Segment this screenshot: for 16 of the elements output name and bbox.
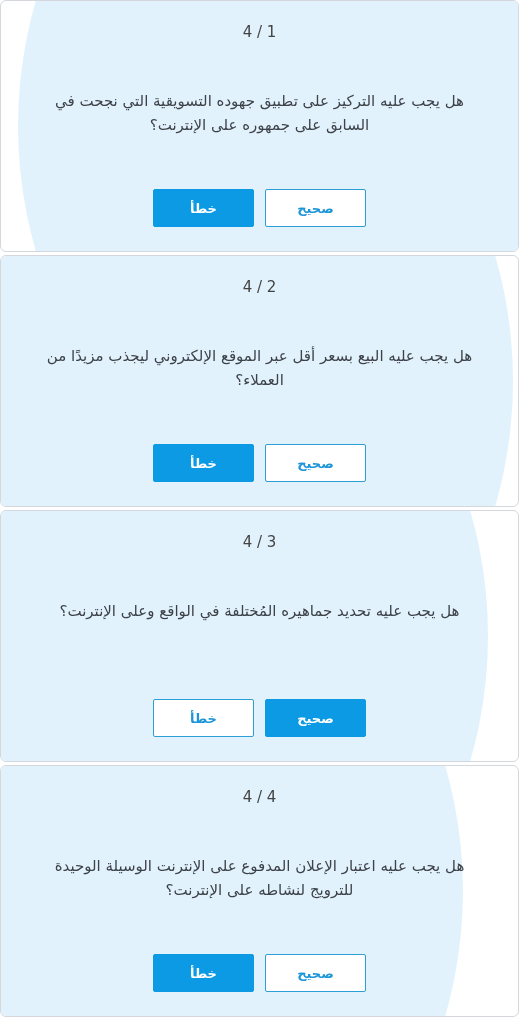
question-counter: 4 / 3: [242, 533, 277, 551]
question-text: هل يجب عليه تحديد جماهيره المُختلفة في الواقع وعلى الإنترنت؟: [58, 601, 461, 623]
question-counter: 4 / 4: [242, 788, 277, 806]
answer-button[interactable]: خطأ: [153, 699, 254, 737]
answer-button[interactable]: صحيح: [265, 444, 366, 482]
question-text: هل يجب عليه البيع بسعر أقل عبر الموقع الإلكتروني ليجذب مزيدًا من العملاء؟: [45, 345, 474, 391]
answer-button[interactable]: خطأ: [153, 954, 254, 992]
answer-button[interactable]: خطأ: [153, 189, 254, 227]
answer-button[interactable]: صحيح: [265, 189, 366, 227]
answer-button[interactable]: صحيح: [265, 954, 366, 992]
question-counter: 4 / 2: [242, 278, 277, 296]
question-text: هل يجب عليه التركيز على تطبيق جهوده التسويقية التي نجحت في السابق على جمهوره على الإنترنت؟: [54, 91, 465, 136]
question-counter: 4 / 1: [242, 23, 277, 41]
answer-button[interactable]: صحيح: [265, 699, 366, 737]
question-text: هل يجب عليه اعتبار الإعلان المدفوع على الإنترنت الوسيلة الوحيدة للترويج لنشاطه على الإنترنت؟: [53, 856, 466, 901]
answer-button[interactable]: خطأ: [153, 444, 254, 482]
